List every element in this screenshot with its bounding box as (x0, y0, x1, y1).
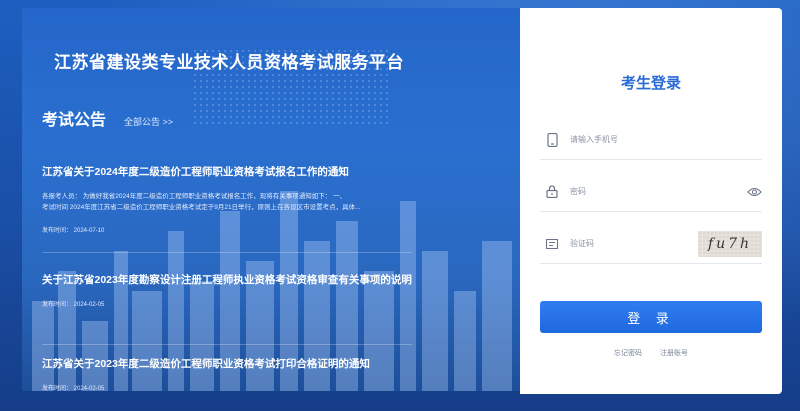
captcha-image[interactable]: fu7h (698, 230, 762, 257)
login-title: 考生登录 (620, 75, 681, 92)
captcha-field: fu7h (540, 224, 762, 264)
register-link[interactable]: 注册账号 (660, 350, 688, 357)
news-date: 发布时间： 2024-02-05 (42, 386, 105, 391)
password-input[interactable] (570, 187, 746, 196)
captcha-icon (544, 236, 560, 252)
news-divider (42, 344, 412, 345)
news-title-link[interactable]: 江苏省关于2023年度二级造价工程师职业资格考试打印合格证明的通知 (42, 358, 414, 371)
login-button[interactable]: 登 录 (540, 301, 762, 333)
notice-heading: 考试公告 (42, 112, 107, 129)
eye-icon[interactable] (746, 184, 762, 200)
phone-field (540, 120, 762, 160)
auth-links: 忘记密码 注册账号 (520, 348, 782, 358)
news-date: 发布时间： 2024-02-05 (42, 302, 105, 308)
notice-panel: 江苏省建设类专业技术人员资格考试服务平台 考试公告 全部公告 >> 江苏省关于2… (22, 8, 520, 391)
news-date: 发布时间： 2024-07-10 (42, 228, 105, 234)
news-divider (42, 252, 412, 253)
platform-title: 江苏省建设类专业技术人员资格考试服务平台 (54, 53, 404, 72)
news-summary-line: 各报考人员： 为做好我省2024年度二级造价工程师职业资格考试报名工作，现将有关… (42, 193, 347, 200)
phone-icon (544, 132, 560, 148)
news-title-link[interactable]: 江苏省关于2024年度二级造价工程师职业资格考试报名工作的通知 (42, 166, 414, 179)
news-item: 江苏省关于2024年度二级造价工程师职业资格考试报名工作的通知 各报考人员： 为… (42, 166, 414, 234)
phone-input[interactable] (570, 135, 762, 144)
news-summary-line: 考试时间 2024年度江苏省二级造价工程师职业资格考试定于9月21日举行，原则上… (42, 204, 361, 211)
password-field (540, 172, 762, 212)
forgot-password-link[interactable]: 忘记密码 (614, 350, 642, 357)
captcha-input[interactable] (570, 239, 698, 248)
login-card: 考生登录 fu7h 登 录 忘记密码 注册账号 (520, 8, 782, 394)
news-title-link[interactable]: 关于江苏省2023年度勘察设计注册工程师执业资格考试资格审查有关事项的说明 (42, 274, 414, 287)
all-notices-link[interactable]: 全部公告 >> (124, 115, 173, 128)
notice-header: 考试公告 全部公告 >> (42, 106, 173, 130)
news-item: 关于江苏省2023年度勘察设计注册工程师执业资格考试资格审查有关事项的说明 发布… (42, 274, 414, 308)
news-item: 江苏省关于2023年度二级造价工程师职业资格考试打印合格证明的通知 发布时间： … (42, 358, 414, 391)
lock-icon (544, 184, 560, 200)
